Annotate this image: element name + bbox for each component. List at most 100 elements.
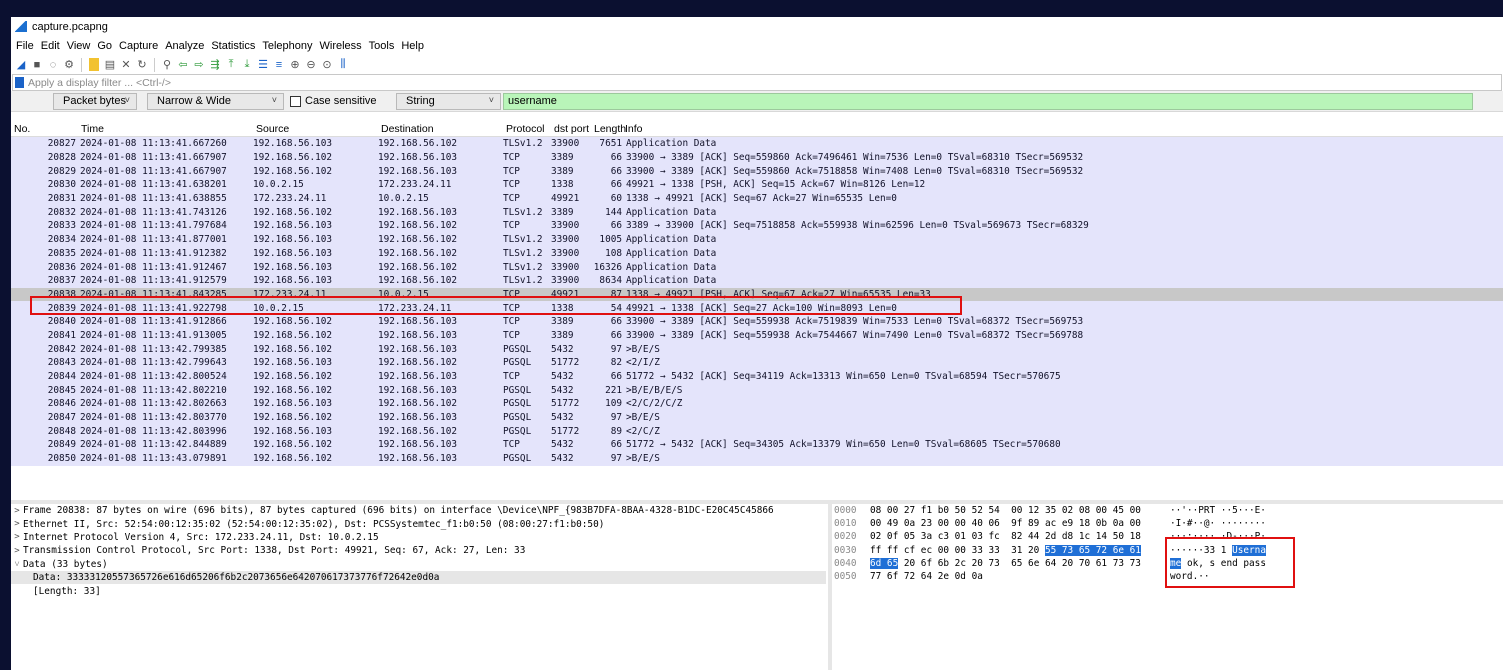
packet-row[interactable]: 20841 2024-01-08 11:13:41.913005 192.168.5… [11,328,1503,343]
start-capture-icon[interactable]: ◢ [14,58,28,72]
cell-protocol: PGSQL [503,357,532,369]
column-header-info[interactable]: Info [622,123,643,135]
search-type-select[interactable]: String ˅ [396,92,501,110]
collapse-icon[interactable]: ˅ [11,559,23,570]
bytes-hex: ff ff cf ec 00 00 33 33 31 20 55 73 65 7… [870,544,1170,556]
close-file-icon[interactable]: ✕ [119,58,133,72]
cell-source: 192.168.56.102 [253,439,333,451]
cell-length: 66 [610,329,622,341]
bytes-ascii: ·I·#··@· ········ [1170,518,1266,530]
reload-file-icon[interactable]: ↻ [135,58,149,72]
display-filter-bar[interactable]: Apply a display filter ... <Ctrl-/> [12,74,1502,91]
expand-icon[interactable]: > [11,519,23,529]
packet-row[interactable]: 20850 2024-01-08 11:13:43.079891 192.168.5… [11,451,1503,466]
bytes-hex: 00 49 0a 23 00 00 40 06 9f 89 ac e9 18 0… [870,518,1141,530]
save-file-icon[interactable]: ▤ [103,58,117,72]
packet-row[interactable]: 20827 2024-01-08 11:13:41.667260 192.168.5… [11,137,1503,151]
menu-file[interactable]: File [16,40,34,52]
detail-tcp[interactable]: > Transmission Control Protocol, Src Por… [11,544,828,557]
packet-row[interactable]: 20840 2024-01-08 11:13:41.912866 192.168.5… [11,314,1503,329]
capture-options-icon[interactable]: ⚙ [62,58,76,72]
menu-statistics[interactable]: Statistics [211,40,255,52]
normal-size-icon[interactable]: ⊙ [320,58,334,72]
checkbox-box[interactable] [290,95,301,107]
cell-protocol: PGSQL [503,425,532,437]
menu-tools[interactable]: Tools [369,40,395,52]
column-header-source[interactable]: Source [253,123,378,135]
cell-length: 66 [610,439,622,451]
zoom-in-icon[interactable]: ⊕ [288,58,302,72]
search-in-select[interactable]: Packet bytes ˅ [53,92,137,110]
last-packet-icon[interactable]: ⤓ [240,58,254,72]
column-header-no[interactable]: No. [11,123,78,135]
restart-capture-icon[interactable]: ◌ [46,58,60,72]
stop-capture-icon[interactable]: ■ [30,58,44,72]
expand-icon[interactable]: > [11,506,23,516]
bookmark-icon[interactable] [15,77,24,88]
packet-row[interactable]: 20843 2024-01-08 11:13:42.799643 192.168.5… [11,356,1503,370]
detail-data-length[interactable]: [Length: 33] [11,584,828,597]
go-to-packet-icon[interactable]: ⇶ [208,58,222,72]
detail-text: Data: 33333120557365726e616d65206f6b2c20… [33,572,440,584]
packet-row[interactable]: 20834 2024-01-08 11:13:41.877001 192.168.5… [11,232,1503,247]
cell-protocol: TLSv1.2 [503,247,543,259]
packet-row[interactable]: 20846 2024-01-08 11:13:42.802663 192.168.5… [11,397,1503,411]
bytes-row[interactable]: 0000 08 00 27 f1 b0 50 52 54 00 12 35 02… [832,504,1503,517]
cell-destination: 192.168.56.103 [378,343,458,355]
expand-icon[interactable]: > [11,532,23,542]
colorize-icon[interactable]: ≡ [272,58,286,72]
menu-analyze[interactable]: Analyze [165,40,204,52]
packet-row[interactable]: 20836 2024-01-08 11:13:41.912467 192.168.5… [11,260,1503,274]
go-back-icon[interactable]: ⇦ [176,58,190,72]
cell-source: 192.168.56.102 [253,343,333,355]
packet-row[interactable]: 20844 2024-01-08 11:13:42.800524 192.168.5… [11,369,1503,384]
search-string-input[interactable]: username [503,92,1473,110]
menu-help[interactable]: Help [401,40,424,52]
packet-row[interactable]: 20832 2024-01-08 11:13:41.743126 192.168.5… [11,205,1503,220]
first-packet-icon[interactable]: ⤒ [224,58,238,72]
packet-row[interactable]: 20831 2024-01-08 11:13:41.638855 172.233.2… [11,191,1503,206]
cell-source: 192.168.56.102 [253,206,333,218]
resize-columns-icon[interactable]: ⫼ [336,58,350,72]
menu-edit[interactable]: Edit [41,40,60,52]
menu-go[interactable]: Go [97,40,112,52]
detail-data-payload[interactable]: Data: 33333120557365726e616d65206f6b2c20… [11,570,826,585]
packet-row[interactable]: 20845 2024-01-08 11:13:42.802210 192.168.5… [11,383,1503,398]
zoom-out-icon[interactable]: ⊖ [304,58,318,72]
detail-data[interactable]: ˅ Data (33 bytes) [11,558,828,571]
packet-row[interactable]: 20835 2024-01-08 11:13:41.912382 192.168.5… [11,246,1503,261]
packet-row[interactable]: 20829 2024-01-08 11:13:41.667907 192.168.5… [11,164,1503,179]
column-header-destination[interactable]: Destination [378,123,503,135]
open-file-icon[interactable] [89,58,99,71]
go-forward-icon[interactable]: ⇨ [192,58,206,72]
find-packet-icon[interactable]: ⚲ [160,58,174,72]
column-header-dst-port[interactable]: dst port [551,123,591,135]
expand-icon[interactable]: > [11,546,23,556]
cell-protocol: TLSv1.2 [503,261,543,273]
packet-row[interactable]: 20842 2024-01-08 11:13:42.799385 192.168.5… [11,342,1503,356]
bytes-row[interactable]: 0010 00 49 0a 23 00 00 40 06 9f 89 ac e9… [832,517,1503,530]
packet-row[interactable]: 20849 2024-01-08 11:13:42.844889 192.168.5… [11,438,1503,452]
packet-row[interactable]: 20847 2024-01-08 11:13:42.803770 192.168.5… [11,410,1503,425]
menu-view[interactable]: View [67,40,91,52]
packet-row[interactable]: 20830 2024-01-08 11:13:41.638201 10.0.2.15… [11,178,1503,192]
autoscroll-icon[interactable]: ☰ [256,58,270,72]
detail-ethernet[interactable]: > Ethernet II, Src: 52:54:00:12:35:02 (5… [11,517,828,530]
case-sensitive-checkbox[interactable]: Case sensitive [290,95,392,107]
detail-ipv4[interactable]: > Internet Protocol Version 4, Src: 172.… [11,531,828,544]
column-header-length[interactable]: Length [591,123,626,135]
packet-row[interactable]: 20833 2024-01-08 11:13:41.797684 192.168.5… [11,219,1503,233]
packet-row[interactable]: 20828 2024-01-08 11:13:41.667907 192.168.5… [11,150,1503,165]
char-width-select[interactable]: Narrow & Wide ˅ [147,92,284,110]
menu-telephony[interactable]: Telephony [262,40,312,52]
cell-info: 33900 → 3389 [ACK] Seq=559938 Ack=754466… [626,329,1084,341]
menu-capture[interactable]: Capture [119,40,158,52]
cell-length: 97 [610,453,622,465]
menu-wireless[interactable]: Wireless [320,40,362,52]
cell-no: 20840 [47,316,76,328]
packet-row[interactable]: 20837 2024-01-08 11:13:41.912579 192.168.5… [11,273,1503,288]
detail-frame[interactable]: > Frame 20838: 87 bytes on wire (696 bit… [11,504,828,517]
column-header-time[interactable]: Time [78,123,253,135]
packet-row[interactable]: 20848 2024-01-08 11:13:42.803996 192.168.5… [11,424,1503,439]
column-header-protocol[interactable]: Protocol [503,123,551,135]
